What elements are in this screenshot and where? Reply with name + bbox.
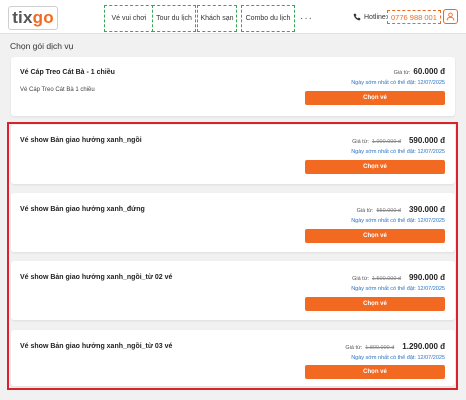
user-icon xyxy=(446,12,455,21)
phone-icon xyxy=(353,13,361,21)
package-description: Vé Cáp Treo Cát Bà 1 chiều xyxy=(20,87,95,93)
nav-item-combo-du-lich[interactable]: Combo du lịch xyxy=(241,5,295,32)
logo-go: go xyxy=(32,8,54,27)
tixgo-logo[interactable]: tix go xyxy=(8,6,58,30)
nav-item-label: Khách sạn xyxy=(200,15,234,22)
user-account-button[interactable] xyxy=(443,9,458,24)
package-name: Vé Cáp Treo Cát Bà - 1 chiều xyxy=(20,69,115,76)
nav-item-tour-du-lich[interactable]: Tour du lịch xyxy=(152,5,196,32)
highlight-annotation xyxy=(7,122,458,390)
nav-item-khach-san[interactable]: Khách sạn xyxy=(197,5,237,32)
current-price: 60.000 đ xyxy=(413,67,445,76)
logo-tix: tix xyxy=(12,8,33,27)
top-header: tix go Vé vui chơi Tour du lịch Khách sạn… xyxy=(0,0,466,34)
earliest-date-note: Ngày sớm nhất có thể đặt: 12/07/2025 xyxy=(351,80,445,86)
price-label: Giá từ: xyxy=(393,70,411,76)
package-card: Vé Cáp Treo Cát Bà - 1 chiều Vé Cáp Treo… xyxy=(11,57,455,116)
nav-item-ve-vui-choi[interactable]: Vé vui chơi xyxy=(104,5,154,32)
hotline-number[interactable]: 0776 988 001 xyxy=(387,10,441,24)
nav-item-label: Tour du lịch xyxy=(156,15,192,22)
choose-ticket-button[interactable]: Chọn vé xyxy=(305,91,445,105)
price-row: Giá từ: 60.000 đ xyxy=(394,67,445,76)
hotline: Hotline: xyxy=(353,13,388,21)
nav-item-label: Combo du lịch xyxy=(245,15,291,22)
section-title: Chọn gói dịch vụ xyxy=(10,41,74,51)
nav-item-label: Vé vui chơi xyxy=(111,15,147,22)
hotline-label: Hotline: xyxy=(364,13,388,21)
more-menu-icon[interactable]: ··· xyxy=(300,13,313,24)
